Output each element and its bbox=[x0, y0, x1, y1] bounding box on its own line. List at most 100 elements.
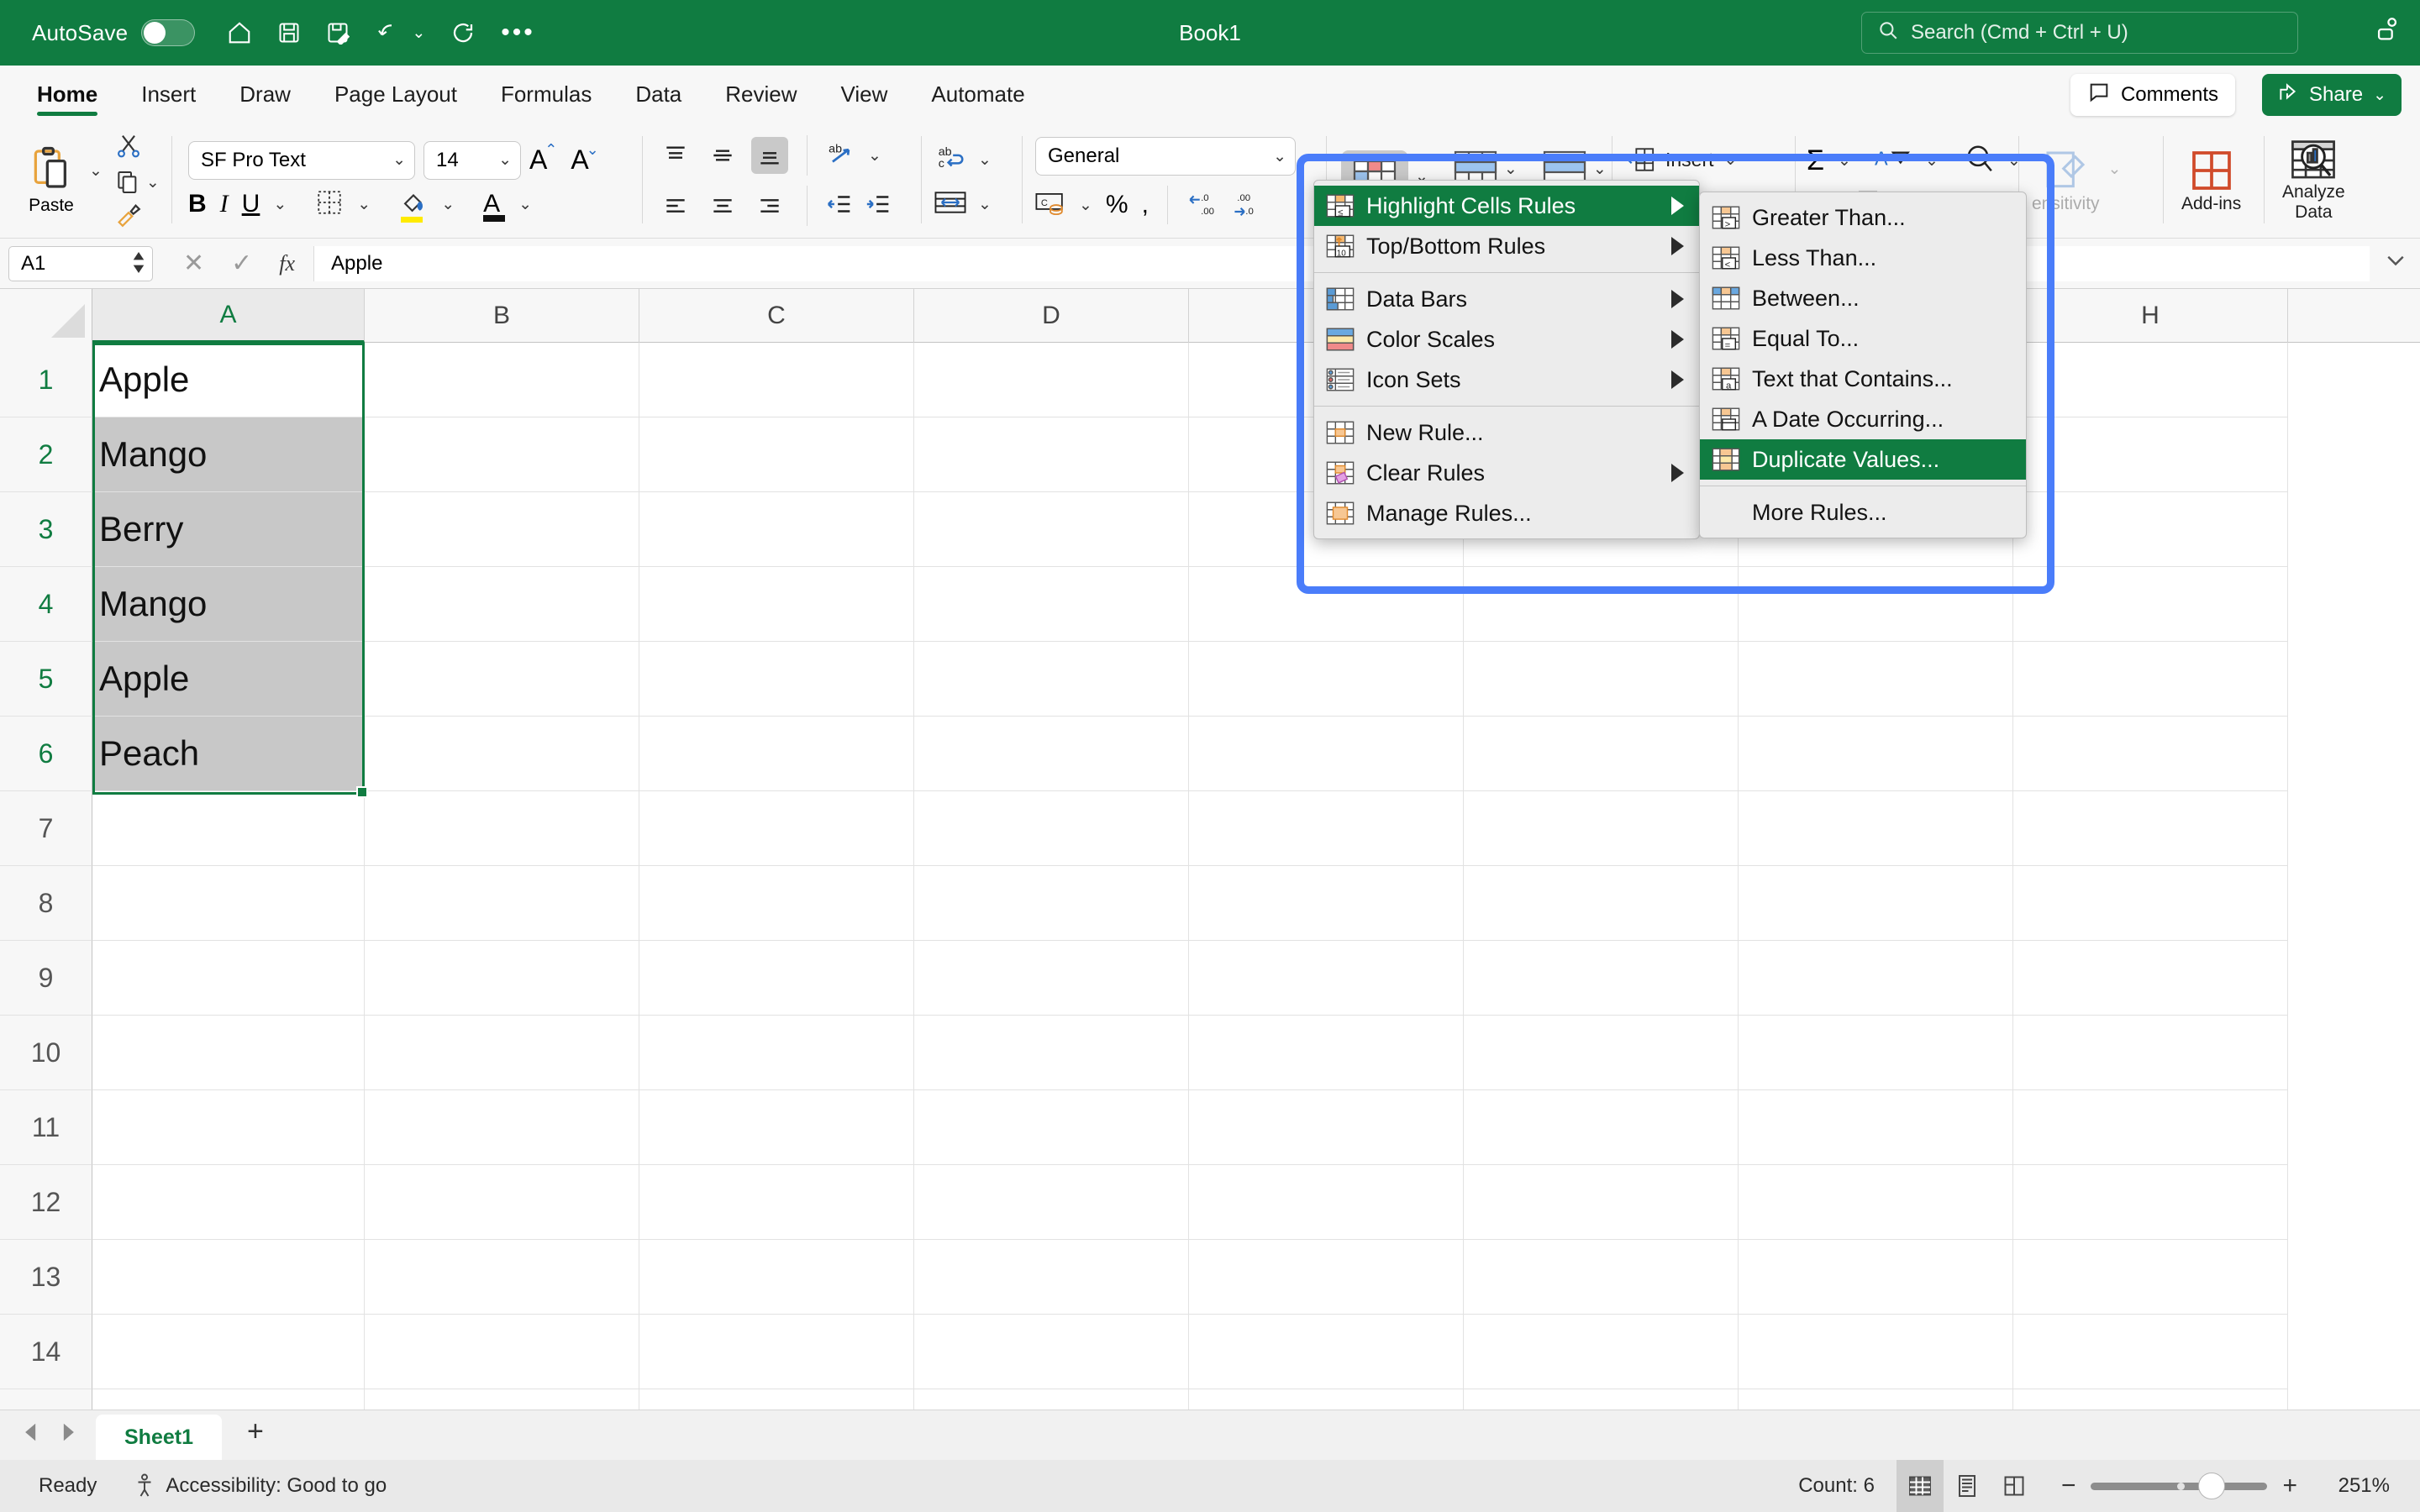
cell-c2[interactable] bbox=[639, 417, 914, 492]
cell-h8[interactable] bbox=[2013, 866, 2288, 941]
accessibility-status[interactable]: Accessibility: Good to go bbox=[134, 1473, 387, 1499]
merge-cells-button[interactable] bbox=[934, 190, 966, 219]
menu-item-greater-than[interactable]: > Greater Than... bbox=[1700, 197, 2026, 238]
expand-formula-bar-icon[interactable] bbox=[2386, 255, 2405, 271]
align-left-button[interactable] bbox=[657, 187, 694, 224]
cell-a14[interactable] bbox=[92, 1315, 365, 1389]
cell-h4[interactable] bbox=[2013, 567, 2288, 642]
format-painter-icon[interactable] bbox=[114, 201, 160, 234]
tab-draw[interactable]: Draw bbox=[218, 66, 313, 123]
ribbon-display-options-icon[interactable] bbox=[2373, 15, 2402, 48]
redo-icon[interactable] bbox=[450, 20, 476, 45]
cell-b1[interactable] bbox=[365, 343, 639, 417]
menu-item-more-rules[interactable]: More Rules... bbox=[1700, 492, 2026, 533]
wrap-text-button[interactable]: ab c bbox=[934, 142, 966, 178]
tab-formulas[interactable]: Formulas bbox=[479, 66, 613, 123]
cell-c13[interactable] bbox=[639, 1240, 914, 1315]
sensitivity-dropdown-icon[interactable]: ⌄ bbox=[2108, 160, 2122, 179]
row-header-12[interactable]: 12 bbox=[0, 1165, 92, 1240]
cell-a5[interactable]: Apple bbox=[92, 642, 365, 717]
cell-f9[interactable] bbox=[1464, 941, 1739, 1016]
undo-icon[interactable] bbox=[375, 20, 400, 45]
row-header-9[interactable]: 9 bbox=[0, 941, 92, 1016]
cell-d8[interactable] bbox=[914, 866, 1189, 941]
percent-style-button[interactable]: % bbox=[1106, 191, 1128, 219]
menu-item-color-scales[interactable]: Color Scales bbox=[1314, 319, 1699, 360]
cell-g10[interactable] bbox=[1739, 1016, 2013, 1090]
cell-a12[interactable] bbox=[92, 1165, 365, 1240]
underline-dropdown-icon[interactable]: ⌄ bbox=[273, 195, 287, 214]
cell-d11[interactable] bbox=[914, 1090, 1189, 1165]
cell-h9[interactable] bbox=[2013, 941, 2288, 1016]
tab-insert[interactable]: Insert bbox=[119, 66, 218, 123]
cell-b13[interactable] bbox=[365, 1240, 639, 1315]
paste-dropdown-icon[interactable]: ⌄ bbox=[89, 161, 103, 181]
cell-d10[interactable] bbox=[914, 1016, 1189, 1090]
cell-a1[interactable]: Apple bbox=[92, 343, 365, 417]
cell-a3[interactable]: Berry bbox=[92, 492, 365, 567]
row-header-4[interactable]: 4 bbox=[0, 567, 92, 642]
cell-h3[interactable] bbox=[2013, 492, 2288, 567]
cell-c6[interactable] bbox=[639, 717, 914, 791]
add-sheet-button[interactable]: + bbox=[222, 1415, 289, 1460]
cell-c5[interactable] bbox=[639, 642, 914, 717]
cell-d1[interactable] bbox=[914, 343, 1189, 417]
cell-b6[interactable] bbox=[365, 717, 639, 791]
menu-item-clear-rules[interactable]: Clear Rules bbox=[1314, 453, 1699, 493]
cell-e10[interactable] bbox=[1189, 1016, 1464, 1090]
cell-a13[interactable] bbox=[92, 1240, 365, 1315]
cell-g12[interactable] bbox=[1739, 1165, 2013, 1240]
cell-c8[interactable] bbox=[639, 866, 914, 941]
row-header-13[interactable]: 13 bbox=[0, 1240, 92, 1315]
page-layout-view-icon[interactable] bbox=[1944, 1460, 1991, 1512]
cell-c11[interactable] bbox=[639, 1090, 914, 1165]
cell-e13[interactable] bbox=[1189, 1240, 1464, 1315]
select-all-corner[interactable] bbox=[0, 289, 92, 343]
cell-d7[interactable] bbox=[914, 791, 1189, 866]
confirm-edit-icon[interactable]: ✓ bbox=[231, 249, 252, 278]
cell-b8[interactable] bbox=[365, 866, 639, 941]
cell-d2[interactable] bbox=[914, 417, 1189, 492]
tab-review[interactable]: Review bbox=[703, 66, 818, 123]
font-size-select[interactable]: 14 ⌄ bbox=[424, 140, 521, 180]
cell-h10[interactable] bbox=[2013, 1016, 2288, 1090]
cell-c4[interactable] bbox=[639, 567, 914, 642]
row-header-14[interactable]: 14 bbox=[0, 1315, 92, 1389]
cell-a7[interactable] bbox=[92, 791, 365, 866]
cell-g11[interactable] bbox=[1739, 1090, 2013, 1165]
cell-c3[interactable] bbox=[639, 492, 914, 567]
wrap-text-dropdown-icon[interactable]: ⌄ bbox=[978, 150, 992, 170]
cell-g7[interactable] bbox=[1739, 791, 2013, 866]
increase-decimal-button[interactable]: .0.00 bbox=[1186, 190, 1220, 221]
cell-d5[interactable] bbox=[914, 642, 1189, 717]
align-top-button[interactable] bbox=[657, 137, 694, 174]
name-box-spinner[interactable] bbox=[132, 251, 145, 273]
decrease-font-size-button[interactable]: A ⌄ bbox=[571, 141, 598, 176]
column-header-d[interactable]: D bbox=[914, 289, 1189, 343]
cell-h7[interactable] bbox=[2013, 791, 2288, 866]
cell-h14[interactable] bbox=[2013, 1315, 2288, 1389]
cell-a8[interactable] bbox=[92, 866, 365, 941]
row-header-6[interactable]: 6 bbox=[0, 717, 92, 791]
next-sheet-icon[interactable] bbox=[59, 1422, 77, 1446]
tab-automate[interactable]: Automate bbox=[909, 66, 1046, 123]
row-header-8[interactable]: 8 bbox=[0, 866, 92, 941]
cell-g6[interactable] bbox=[1739, 717, 2013, 791]
row-header-3[interactable]: 3 bbox=[0, 492, 92, 567]
menu-item-between[interactable]: Between... bbox=[1700, 278, 2026, 318]
menu-item-a-date-occurring[interactable]: A Date Occurring... bbox=[1700, 399, 2026, 439]
previous-sheet-icon[interactable] bbox=[22, 1422, 40, 1446]
cell-e11[interactable] bbox=[1189, 1090, 1464, 1165]
cell-f6[interactable] bbox=[1464, 717, 1739, 791]
cell-c12[interactable] bbox=[639, 1165, 914, 1240]
tab-home[interactable]: Home bbox=[15, 66, 119, 123]
cell-h2[interactable] bbox=[2013, 417, 2288, 492]
cell-h12[interactable] bbox=[2013, 1165, 2288, 1240]
cell-b4[interactable] bbox=[365, 567, 639, 642]
increase-indent-button[interactable] bbox=[865, 190, 893, 223]
cell-a11[interactable] bbox=[92, 1090, 365, 1165]
font-family-select[interactable]: SF Pro Text ⌄ bbox=[188, 140, 415, 180]
cell-d3[interactable] bbox=[914, 492, 1189, 567]
cell-c10[interactable] bbox=[639, 1016, 914, 1090]
cell-c7[interactable] bbox=[639, 791, 914, 866]
